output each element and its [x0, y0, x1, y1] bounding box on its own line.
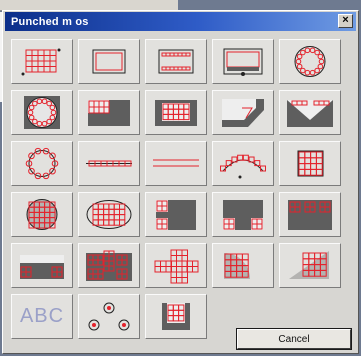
quarter-circle-grid-icon	[224, 253, 250, 279]
rect-outline-icon	[92, 49, 126, 74]
pattern-rect-grid-button[interactable]	[11, 39, 73, 84]
shape-corner-cut-icon	[222, 99, 264, 127]
punched-palette-window: Punched m os × ABC Cancel	[2, 10, 359, 354]
line-double-icon	[153, 159, 199, 167]
rect-grid-icon	[21, 48, 61, 76]
pattern-u-shape-button[interactable]	[145, 294, 207, 339]
triangle-grid-icon	[289, 251, 329, 279]
pattern-square-grid-button[interactable]	[279, 141, 341, 186]
rect-grid-corner-icon	[88, 100, 130, 126]
shape-v-notch-icon	[287, 100, 333, 127]
rect-grid-center-icon	[155, 100, 197, 126]
cross-grid-icon	[154, 249, 199, 284]
title-bar[interactable]: Punched m os ×	[5, 12, 356, 31]
pattern-line-double-button[interactable]	[145, 141, 207, 186]
pattern-rect-grid-corner-button[interactable]	[78, 90, 140, 135]
abc-text-label: ABC	[19, 305, 65, 327]
u-shape-icon	[162, 303, 190, 330]
rect-side-squares-icon	[20, 255, 64, 279]
rect-perimeter-icon	[158, 49, 194, 74]
pattern-rect-corner-two-button[interactable]	[212, 192, 274, 237]
pattern-grid: ABC	[11, 39, 341, 339]
pattern-circle-perimeter-button[interactable]	[279, 39, 341, 84]
pattern-circle-ring-button[interactable]	[11, 141, 73, 186]
circle-grid-icon	[26, 199, 58, 230]
rect-grid-oval-icon	[86, 200, 132, 229]
line-dashed-icon	[86, 160, 132, 167]
pattern-circle-perimeter-dark-button[interactable]	[11, 90, 73, 135]
arc-holes-icon	[220, 154, 266, 179]
three-dots-icon	[88, 302, 130, 331]
pattern-shape-corner-cut-button[interactable]	[212, 90, 274, 135]
pattern-circle-grid-button[interactable]	[11, 192, 73, 237]
pattern-text-abc-button[interactable]: ABC	[11, 294, 73, 339]
pattern-rect-grid-oval-button[interactable]	[78, 192, 140, 237]
pattern-rect-grid-center-button[interactable]	[145, 90, 207, 135]
cancel-button[interactable]: Cancel	[236, 328, 352, 350]
pattern-shape-v-notch-button[interactable]	[279, 90, 341, 135]
pattern-rect-outline-button[interactable]	[78, 39, 140, 84]
rect-sides-dot-icon	[223, 48, 263, 76]
rect-top-squares-icon	[288, 200, 332, 230]
circle-perimeter-icon	[294, 46, 326, 77]
pattern-rect-perimeter-button[interactable]	[145, 39, 207, 84]
circle-perimeter-dark-icon	[24, 96, 60, 129]
circle-ring-icon	[25, 147, 59, 180]
pattern-rect-top-squares-button[interactable]	[279, 192, 341, 237]
pattern-rect-grid-blocks-button[interactable]	[78, 243, 140, 288]
rect-grid-blocks-icon	[86, 250, 132, 281]
rect-corner-two-icon	[223, 200, 263, 230]
close-button[interactable]: ×	[338, 14, 353, 28]
pattern-arc-holes-button[interactable]	[212, 141, 274, 186]
pattern-rect-sides-dot-button[interactable]	[212, 39, 274, 84]
pattern-triangle-grid-button[interactable]	[279, 243, 341, 288]
window-title: Punched m os	[11, 15, 89, 28]
pattern-rect-side-squares-button[interactable]	[11, 243, 73, 288]
pattern-rect-corner-squares-button[interactable]	[145, 192, 207, 237]
pattern-quarter-circle-grid-button[interactable]	[212, 243, 274, 288]
pattern-three-dots-button[interactable]	[78, 294, 140, 339]
pattern-line-dashed-button[interactable]	[78, 141, 140, 186]
square-grid-icon	[297, 150, 324, 177]
rect-corner-squares-icon	[156, 200, 196, 230]
pattern-cross-grid-button[interactable]	[145, 243, 207, 288]
